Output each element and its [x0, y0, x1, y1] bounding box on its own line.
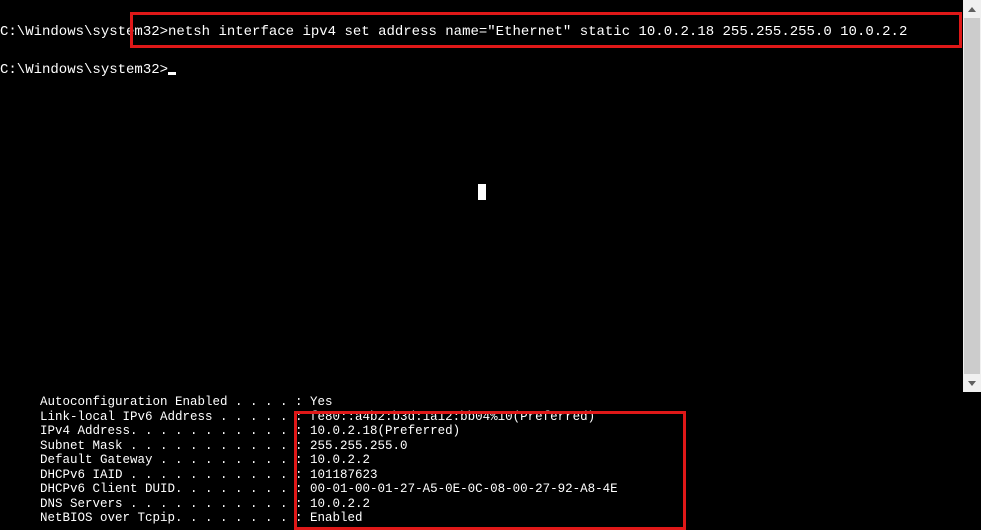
mouse-text-cursor-icon	[478, 184, 486, 200]
ipconfig-label: Link-local IPv6 Address . . . . . :	[40, 410, 310, 424]
ipconfig-value: 00-01-00-01-27-A5-0E-0C-08-00-27-92-A8-4…	[310, 482, 618, 496]
ipconfig-row: DHCPv6 Client DUID. . . . . . . . : 00-0…	[40, 482, 981, 497]
ipconfig-value: fe80::a4b2:b3d:1a12:bb04%10(Preferred)	[310, 410, 595, 424]
terminal-bottom-pane[interactable]: Autoconfiguration Enabled . . . . : Yes …	[0, 392, 981, 530]
ipconfig-row: Autoconfiguration Enabled . . . . : Yes	[40, 395, 981, 410]
ipconfig-label: NetBIOS over Tcpip. . . . . . . . :	[40, 511, 310, 525]
vertical-scrollbar[interactable]	[963, 0, 981, 392]
command-1: netsh interface ipv4 set address name="E…	[168, 24, 907, 40]
ipconfig-label: IPv4 Address. . . . . . . . . . . :	[40, 424, 310, 438]
prompt-1: C:\Windows\system32>	[0, 24, 168, 40]
scrollbar-up-button[interactable]	[963, 0, 981, 18]
ipconfig-value: 101187623	[310, 468, 378, 482]
ipconfig-row: Default Gateway . . . . . . . . . : 10.0…	[40, 453, 981, 468]
ipconfig-output: Autoconfiguration Enabled . . . . : Yes …	[0, 395, 981, 526]
command-line-1: C:\Windows\system32>netsh interface ipv4…	[0, 22, 907, 42]
ipconfig-row: Link-local IPv6 Address . . . . . : fe80…	[40, 410, 981, 425]
ipconfig-value: 10.0.2.18(Preferred)	[310, 424, 460, 438]
ipconfig-value: Enabled	[310, 511, 363, 525]
ipconfig-row: NetBIOS over Tcpip. . . . . . . . : Enab…	[40, 511, 981, 526]
ipconfig-label: Autoconfiguration Enabled . . . . :	[40, 395, 310, 409]
command-line-2: C:\Windows\system32>	[0, 60, 176, 80]
ipconfig-row: IPv4 Address. . . . . . . . . . . : 10.0…	[40, 424, 981, 439]
text-cursor-icon	[168, 72, 176, 75]
ipconfig-value: Yes	[310, 395, 333, 409]
ipconfig-label: DNS Servers . . . . . . . . . . . :	[40, 497, 310, 511]
scrollbar-down-button[interactable]	[963, 374, 981, 392]
ipconfig-row: DNS Servers . . . . . . . . . . . : 10.0…	[40, 497, 981, 512]
ipconfig-value: 10.0.2.2	[310, 453, 370, 467]
ipconfig-value: 255.255.255.0	[310, 439, 408, 453]
scrollbar-thumb[interactable]	[964, 18, 980, 374]
ipconfig-row: DHCPv6 IAID . . . . . . . . . . . : 1011…	[40, 468, 981, 483]
chevron-down-icon	[968, 381, 976, 386]
terminal-top-pane[interactable]: C:\Windows\system32>netsh interface ipv4…	[0, 0, 963, 392]
ipconfig-label: DHCPv6 IAID . . . . . . . . . . . :	[40, 468, 310, 482]
ipconfig-row: Subnet Mask . . . . . . . . . . . : 255.…	[40, 439, 981, 454]
ipconfig-value: 10.0.2.2	[310, 497, 370, 511]
chevron-up-icon	[968, 7, 976, 12]
ipconfig-label: Subnet Mask . . . . . . . . . . . :	[40, 439, 310, 453]
prompt-2: C:\Windows\system32>	[0, 62, 168, 78]
ipconfig-label: Default Gateway . . . . . . . . . :	[40, 453, 310, 467]
ipconfig-label: DHCPv6 Client DUID. . . . . . . . :	[40, 482, 310, 496]
